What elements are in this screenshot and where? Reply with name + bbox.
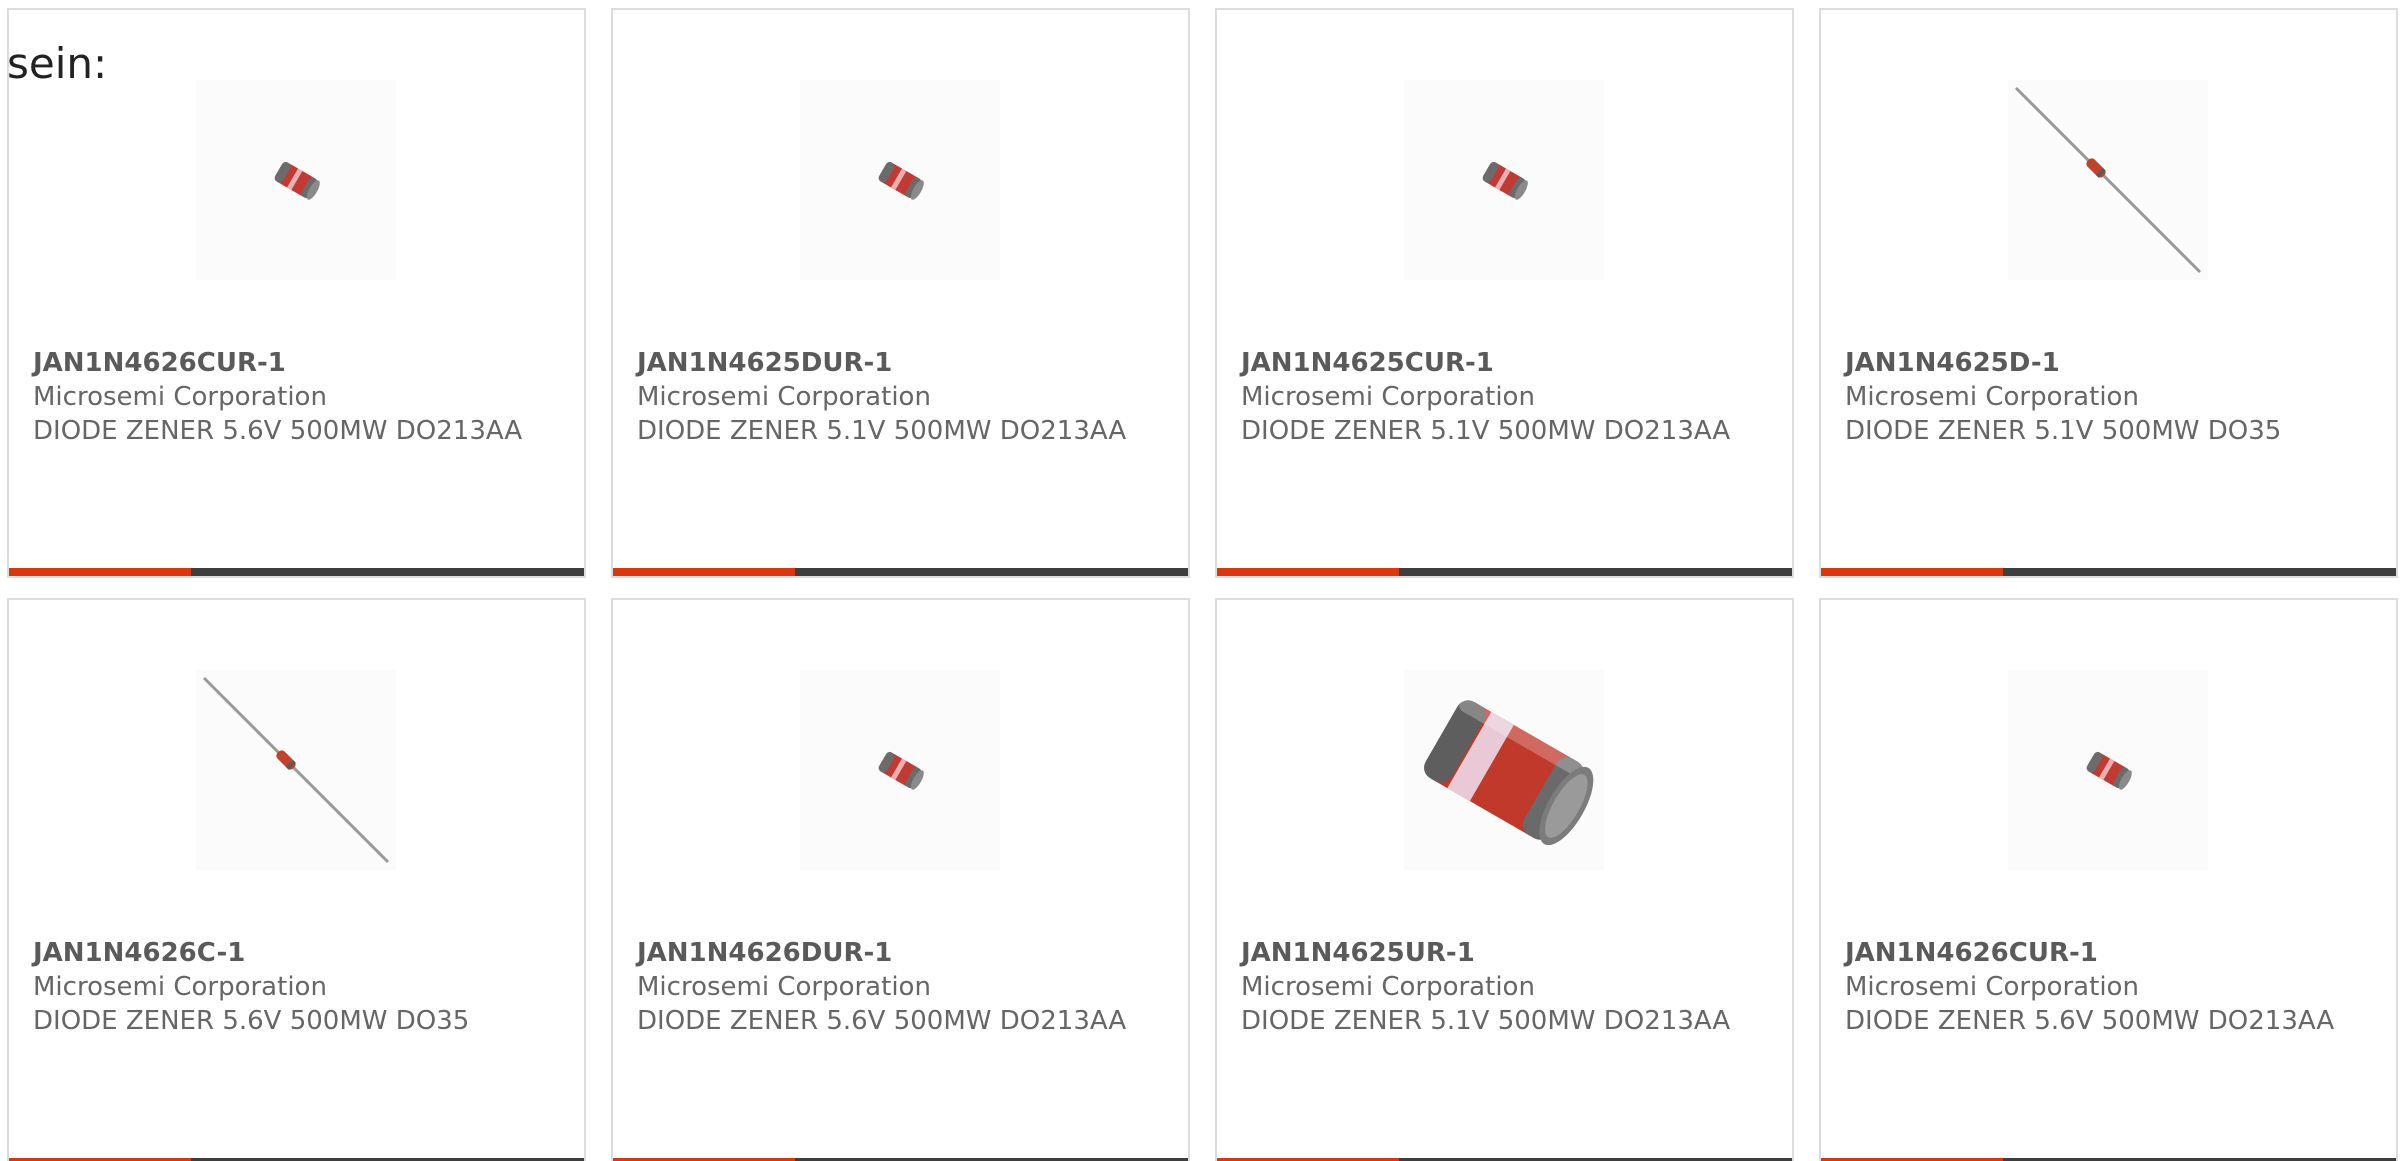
manufacturer: Microsemi Corporation (1241, 382, 1535, 412)
description: DIODE ZENER 5.1V 500MW DO35 (1845, 416, 2282, 446)
product-image[interactable] (800, 670, 1000, 870)
product-card[interactable]: JAN1N4625CUR-1 Microsemi Corporation DIO… (1215, 8, 1794, 578)
description: DIODE ZENER 5.6V 500MW DO213AA (637, 1006, 1127, 1036)
product-card[interactable]: JAN1N4625DUR-1 Microsemi Corporation DIO… (611, 8, 1190, 578)
melf-diode-small-icon (878, 751, 924, 790)
melf-diode-small-icon (1482, 161, 1528, 200)
manufacturer: Microsemi Corporation (1845, 972, 2139, 1002)
description: DIODE ZENER 5.1V 500MW DO213AA (1241, 416, 1731, 446)
description: DIODE ZENER 5.6V 500MW DO213AA (1845, 1006, 2335, 1036)
product-card[interactable]: JAN1N4626CUR-1 Microsemi Corporation DIO… (1819, 598, 2398, 1161)
card-bottom-bar (1217, 568, 1792, 576)
intro-text: sein: (7, 39, 108, 88)
product-card[interactable]: JAN1N4626DUR-1 Microsemi Corporation DIO… (611, 598, 1190, 1161)
melf-diode-large-icon (1424, 698, 1594, 846)
card-bottom-bar-accent (1821, 568, 2003, 576)
part-number[interactable]: JAN1N4625UR-1 (1241, 936, 1771, 970)
product-card[interactable]: JAN1N4626C-1 Microsemi Corporation DIODE… (7, 598, 586, 1161)
card-bottom-bar (1821, 568, 2396, 576)
product-card[interactable]: JAN1N4626CUR-1 Microsemi Corporation DIO… (7, 8, 586, 578)
card-bottom-bar (613, 568, 1188, 576)
manufacturer: Microsemi Corporation (1241, 972, 1535, 1002)
manufacturer: Microsemi Corporation (637, 972, 931, 1002)
part-number[interactable]: JAN1N4626C-1 (33, 936, 563, 970)
melf-diode-small-icon (2086, 751, 2132, 790)
part-number[interactable]: JAN1N4625D-1 (1845, 346, 2375, 380)
axial-diode-icon (202, 676, 390, 864)
melf-diode-small-icon (878, 161, 924, 200)
card-bottom-bar-accent (9, 568, 191, 576)
description: DIODE ZENER 5.1V 500MW DO213AA (1241, 1006, 1731, 1036)
manufacturer: Microsemi Corporation (33, 972, 327, 1002)
manufacturer: Microsemi Corporation (1845, 382, 2139, 412)
product-image[interactable] (196, 80, 396, 280)
product-image[interactable] (196, 670, 396, 870)
description: DIODE ZENER 5.6V 500MW DO213AA (33, 416, 523, 446)
melf-diode-small-icon (274, 161, 320, 200)
product-card[interactable]: JAN1N4625UR-1 Microsemi Corporation DIOD… (1215, 598, 1794, 1161)
part-number[interactable]: JAN1N4626CUR-1 (33, 346, 563, 380)
product-image[interactable] (2008, 670, 2208, 870)
product-card[interactable]: JAN1N4625D-1 Microsemi Corporation DIODE… (1819, 8, 2398, 578)
product-image[interactable] (2008, 80, 2208, 280)
card-bottom-bar-accent (613, 568, 795, 576)
product-image[interactable] (1404, 80, 1604, 280)
manufacturer: Microsemi Corporation (33, 382, 327, 412)
axial-diode-icon (2014, 86, 2202, 274)
part-number[interactable]: JAN1N4626CUR-1 (1845, 936, 2375, 970)
description: DIODE ZENER 5.1V 500MW DO213AA (637, 416, 1127, 446)
part-number[interactable]: JAN1N4626DUR-1 (637, 936, 1167, 970)
product-image[interactable] (800, 80, 1000, 280)
product-grid: JAN1N4626CUR-1 Microsemi Corporation DIO… (7, 8, 2400, 1161)
card-bottom-bar-accent (1217, 568, 1399, 576)
part-number[interactable]: JAN1N4625DUR-1 (637, 346, 1167, 380)
product-image[interactable] (1404, 670, 1604, 870)
part-number[interactable]: JAN1N4625CUR-1 (1241, 346, 1771, 380)
description: DIODE ZENER 5.6V 500MW DO35 (33, 1006, 470, 1036)
manufacturer: Microsemi Corporation (637, 382, 931, 412)
card-bottom-bar (9, 568, 584, 576)
